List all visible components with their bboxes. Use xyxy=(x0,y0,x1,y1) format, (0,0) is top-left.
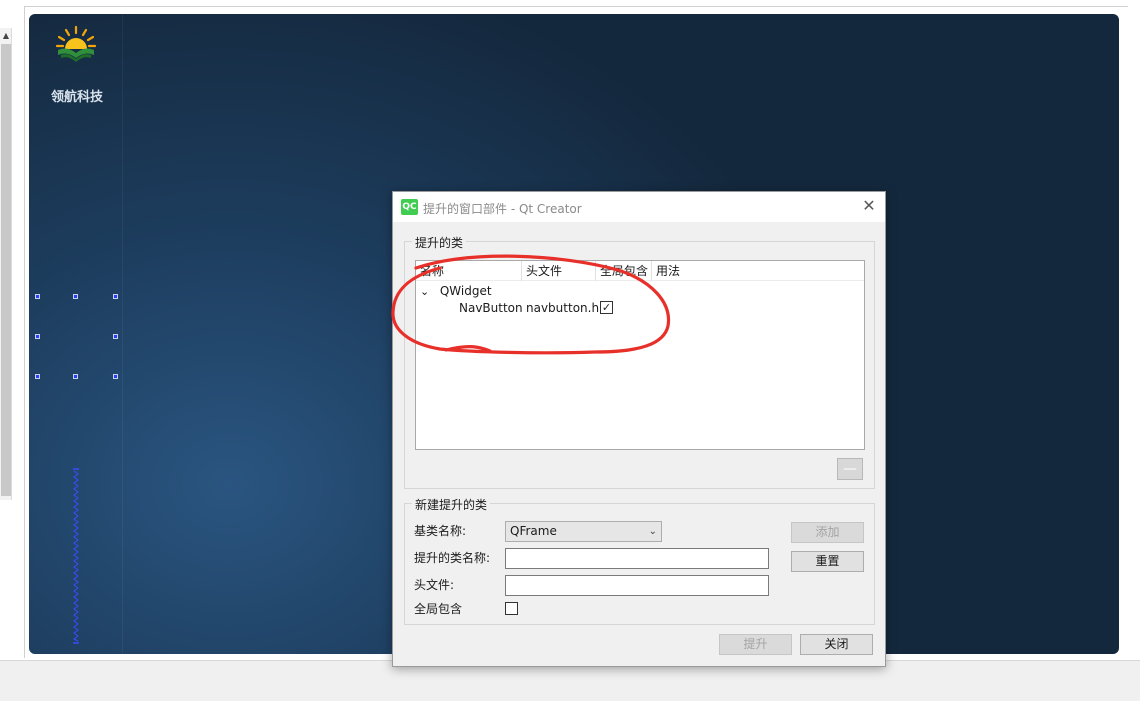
selection-handle[interactable] xyxy=(35,334,40,339)
base-class-combobox[interactable]: QFrame ⌄ xyxy=(505,521,662,542)
dialog-titlebar[interactable]: QC 提升的窗口部件 - Qt Creator ✕ xyxy=(393,192,885,222)
reset-button[interactable]: 重置 xyxy=(791,551,864,572)
promoted-classes-group: 提升的类 名称 头文件 全局包含 用法 ⌄ QWidget NavButton … xyxy=(404,234,875,489)
selection-handle[interactable] xyxy=(113,374,118,379)
sun-book-logo-icon xyxy=(55,25,97,62)
vertical-scrollbar[interactable]: ▲ xyxy=(0,28,12,500)
global-include-checkbox[interactable]: ✓ xyxy=(600,301,613,314)
header-file-label: 头文件: xyxy=(414,578,455,592)
new-global-include-checkbox[interactable] xyxy=(505,602,518,615)
scroll-up-arrow-icon[interactable]: ▲ xyxy=(1,31,11,41)
promoted-class-name: NavButton xyxy=(459,301,523,315)
selection-handle[interactable] xyxy=(35,294,40,299)
close-icon[interactable]: ✕ xyxy=(859,196,879,216)
qt-creator-icon: QC xyxy=(401,199,418,215)
global-include-label: 全局包含 xyxy=(414,602,463,616)
selection-handle[interactable] xyxy=(113,334,118,339)
vertical-spacer-icon[interactable] xyxy=(73,468,79,644)
promoted-class-header: navbutton.h xyxy=(526,301,600,315)
base-class-label: 基类名称: xyxy=(414,524,467,538)
add-button[interactable]: 添加 xyxy=(791,522,864,543)
column-header-global-include[interactable]: 全局包含 xyxy=(596,261,652,281)
selection-handle[interactable] xyxy=(113,294,118,299)
tree-header: 名称 头文件 全局包含 用法 xyxy=(416,261,864,281)
remove-button[interactable]: — xyxy=(837,458,863,480)
header-file-input[interactable] xyxy=(505,575,769,596)
selection-handle[interactable] xyxy=(35,374,40,379)
promoted-class-name-input[interactable] xyxy=(505,548,769,569)
new-promoted-class-group: 新建提升的类 基类名称: QFrame ⌄ 提升的类名称: 头文件: 全局包含 … xyxy=(404,496,875,625)
promoted-class-name-label: 提升的类名称: xyxy=(414,551,491,565)
column-header-usage[interactable]: 用法 xyxy=(652,261,864,281)
tree-item-navbutton[interactable]: NavButton navbutton.h ✓ xyxy=(416,299,864,317)
brand-label: 领航科技 xyxy=(50,90,103,105)
column-header-name[interactable]: 名称 xyxy=(416,261,522,281)
base-class-value: QFrame xyxy=(510,524,557,538)
scrollbar-thumb[interactable] xyxy=(1,44,11,496)
promote-button[interactable]: 提升 xyxy=(719,634,792,655)
promoted-classes-group-title: 提升的类 xyxy=(412,234,467,251)
dialog-title: 提升的窗口部件 - Qt Creator xyxy=(423,202,582,216)
close-button[interactable]: 关闭 xyxy=(800,634,873,655)
promoted-widgets-dialog: QC 提升的窗口部件 - Qt Creator ✕ 提升的类 名称 头文件 全局… xyxy=(392,191,886,667)
chevron-down-icon: ⌄ xyxy=(648,526,657,537)
editor-top-border xyxy=(24,6,1128,7)
new-promoted-class-group-title: 新建提升的类 xyxy=(412,496,491,513)
selection-handle[interactable] xyxy=(73,294,78,299)
promoted-classes-tree[interactable]: 名称 头文件 全局包含 用法 ⌄ QWidget NavButton navbu… xyxy=(415,260,865,450)
tree-item-qwidget[interactable]: ⌄ QWidget xyxy=(420,282,620,300)
selection-handle[interactable] xyxy=(73,374,78,379)
layout-guide-line xyxy=(122,14,123,654)
column-header-header-file[interactable]: 头文件 xyxy=(522,261,596,281)
editor-left-border xyxy=(24,6,25,658)
tree-item-label: QWidget xyxy=(439,284,492,298)
